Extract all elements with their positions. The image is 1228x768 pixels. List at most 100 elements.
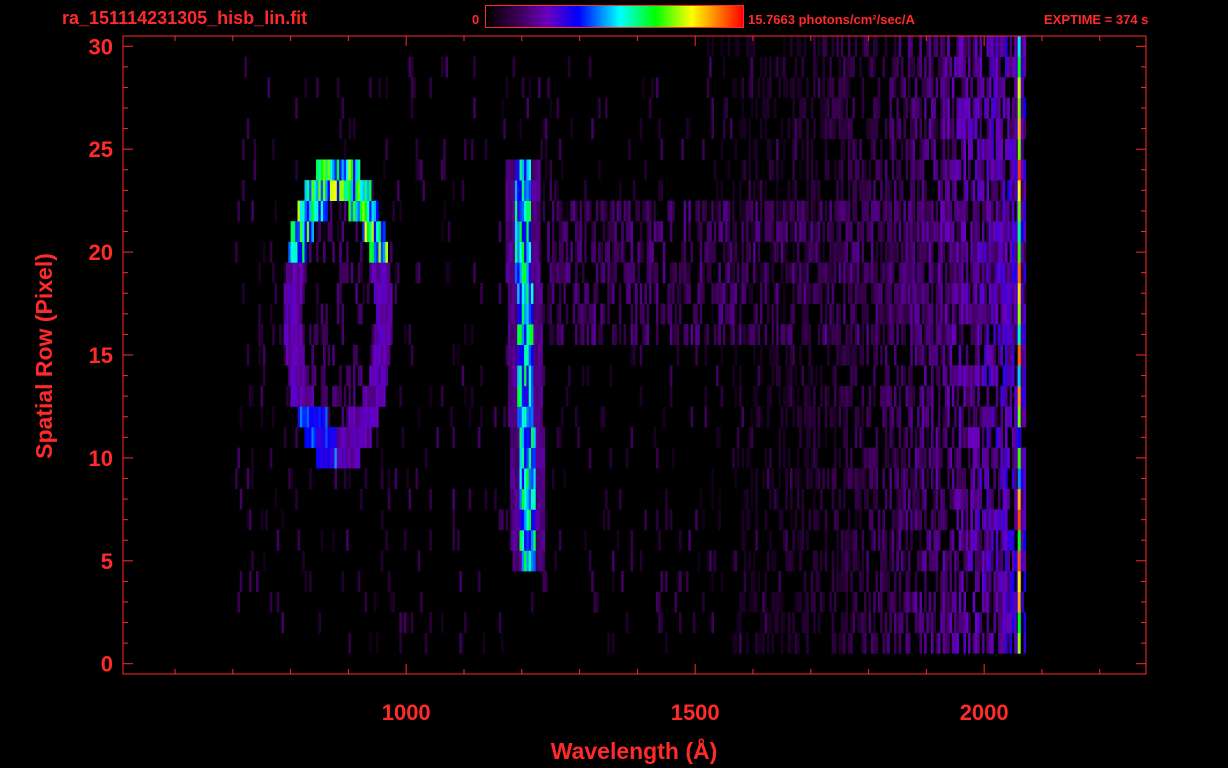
- heatmap-cell: [269, 303, 273, 325]
- heatmap-cell: [979, 262, 983, 284]
- heatmap-cell: [968, 138, 971, 160]
- heatmap-cell: [704, 241, 707, 263]
- heatmap-cell: [334, 159, 338, 181]
- heatmap-cell: [787, 385, 791, 407]
- heatmap-cell: [575, 200, 578, 222]
- heatmap-cell: [512, 365, 516, 387]
- heatmap-cell: [773, 344, 777, 366]
- heatmap-cell: [616, 241, 620, 263]
- heatmap-cell: [753, 180, 756, 201]
- heatmap-cell: [348, 365, 351, 387]
- heatmap-cell: [538, 77, 541, 99]
- heatmap-cell: [979, 324, 983, 345]
- heatmap-cell: [584, 221, 587, 243]
- heatmap-cell: [838, 262, 842, 284]
- heatmap-cell: [648, 241, 652, 263]
- heatmap-cell: [1005, 56, 1008, 78]
- heatmap-cell: [350, 180, 354, 201]
- heatmap-cell: [639, 344, 643, 366]
- heatmap-cell: [1017, 529, 1021, 551]
- heatmap-cell: [1009, 118, 1013, 140]
- heatmap-cell: [926, 77, 929, 99]
- heatmap-cell: [824, 406, 828, 428]
- heatmap-cell: [981, 447, 985, 469]
- heatmap-cell: [1023, 118, 1027, 140]
- heatmap-cell: [921, 612, 925, 634]
- heatmap-cell: [302, 262, 305, 284]
- heatmap-cell: [963, 77, 966, 99]
- heatmap-cell: [630, 303, 634, 325]
- heatmap-cell: [732, 221, 735, 243]
- heatmap-cell: [521, 385, 525, 407]
- heatmap-cell: [794, 118, 798, 140]
- heatmap-cell: [258, 303, 261, 325]
- heatmap-cell: [838, 571, 842, 592]
- heatmap-cell: [334, 468, 338, 490]
- heatmap-cell: [535, 324, 539, 345]
- heatmap-cell: [1000, 36, 1003, 57]
- heatmap-cell: [1017, 488, 1021, 510]
- heatmap-cell: [1021, 241, 1024, 263]
- heatmap-cell: [979, 118, 983, 140]
- heatmap-cell: [905, 632, 909, 654]
- heatmap-cell: [755, 488, 758, 510]
- heatmap-cell: [773, 241, 777, 263]
- heatmap-cell: [852, 56, 855, 78]
- x-tick-label: 1000: [382, 700, 431, 725]
- heatmap-cell: [926, 529, 929, 551]
- heatmap-cell: [1023, 180, 1027, 201]
- heatmap-cell: [829, 56, 832, 78]
- heatmap-cell: [526, 468, 529, 490]
- heatmap-cell: [658, 591, 661, 613]
- heatmap-cell: [951, 427, 955, 448]
- heatmap-cell: [979, 138, 983, 160]
- heatmap-cell: [995, 447, 999, 469]
- heatmap-cell: [759, 200, 763, 222]
- heatmap-cell: [928, 550, 932, 572]
- heatmap-cell: [882, 571, 885, 592]
- heatmap-cell: [783, 221, 786, 243]
- heatmap-cell: [833, 97, 837, 119]
- heatmap-cell: [917, 262, 920, 284]
- heatmap-cell: [584, 529, 587, 551]
- heatmap-cell: [290, 241, 294, 263]
- heatmap-cell: [813, 56, 816, 78]
- heatmap-cell: [1007, 221, 1010, 243]
- heatmap-cell: [528, 365, 532, 387]
- heatmap-cell: [847, 56, 851, 78]
- heatmap-cell: [988, 262, 992, 284]
- heatmap-cell: [316, 159, 319, 181]
- heatmap-cell: [935, 221, 939, 243]
- heatmap-cell: [1002, 36, 1006, 57]
- heatmap-cell: [907, 241, 911, 263]
- heatmap-cell: [887, 221, 890, 243]
- heatmap-cell: [630, 324, 634, 345]
- heatmap-cell: [769, 221, 772, 243]
- heatmap-cell: [380, 365, 384, 387]
- heatmap-cell: [968, 632, 971, 654]
- heatmap-cell: [991, 97, 994, 119]
- heatmap-cell: [558, 529, 562, 551]
- heatmap-cell: [988, 56, 992, 78]
- heatmap-cell: [998, 612, 1001, 634]
- heatmap-cell: [588, 200, 592, 222]
- heatmap-cell: [369, 200, 372, 222]
- heatmap-cell: [1000, 591, 1003, 613]
- heatmap-cell: [949, 488, 953, 510]
- heatmap-cell: [776, 283, 779, 304]
- heatmap-cell: [845, 344, 849, 366]
- heatmap-cell: [965, 118, 969, 140]
- heatmap-cell: [771, 303, 775, 325]
- heatmap-cell: [755, 529, 758, 551]
- heatmap-cell: [538, 447, 541, 469]
- heatmap-cell: [954, 612, 957, 634]
- heatmap-cell: [799, 468, 802, 490]
- heatmap-cell: [565, 262, 569, 284]
- heatmap-cell: [974, 56, 978, 78]
- heatmap-cell: [778, 468, 781, 490]
- heatmap-cell: [958, 159, 962, 181]
- heatmap-cell: [859, 488, 862, 510]
- heatmap-cell: [801, 488, 805, 510]
- heatmap-cell: [785, 550, 788, 572]
- heatmap-cell: [510, 365, 513, 387]
